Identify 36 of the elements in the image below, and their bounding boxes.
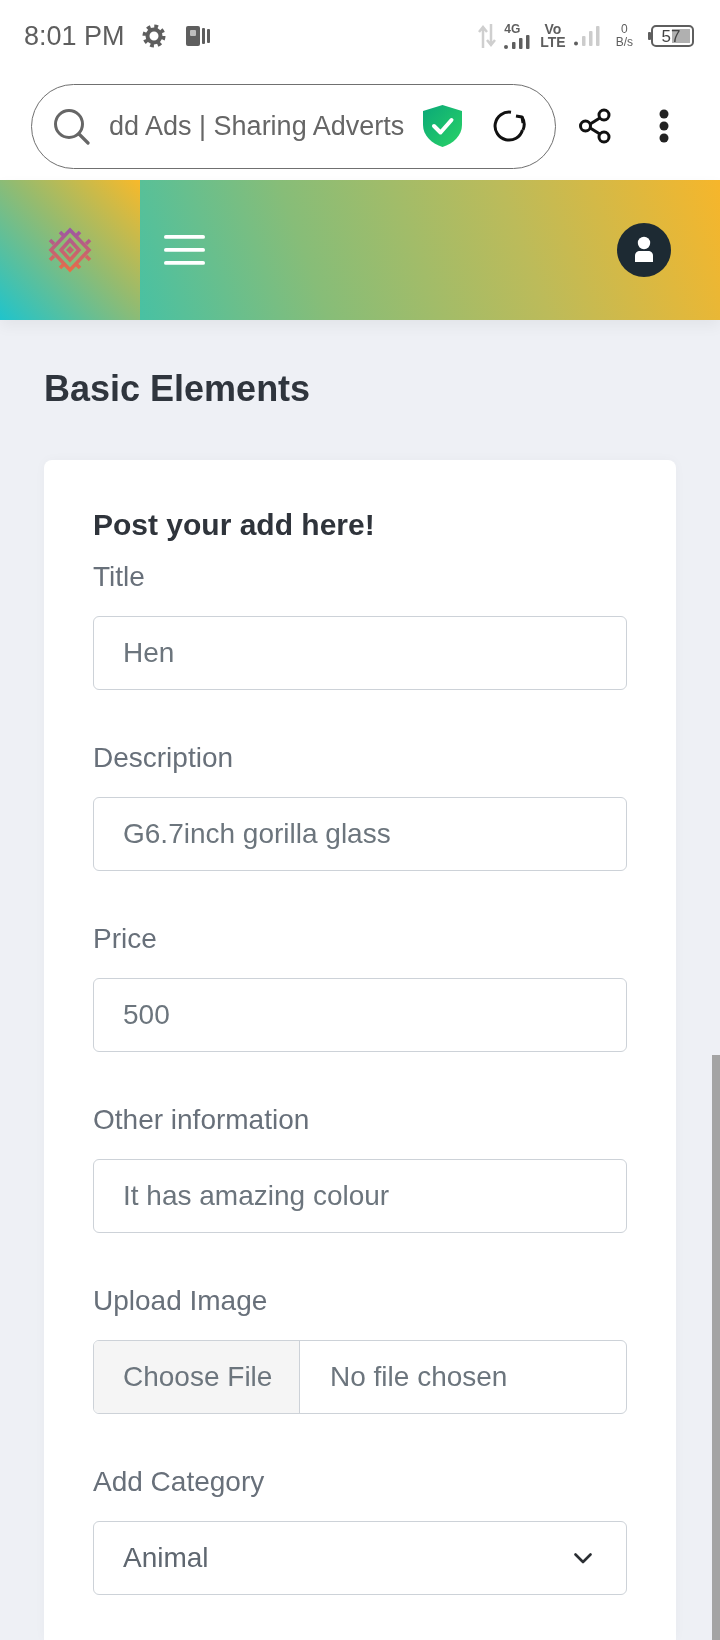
battery-percent: 57 [661, 26, 681, 46]
data-arrows-icon [478, 24, 497, 48]
field-label: Description [93, 741, 235, 775]
text-input-field[interactable]: Hen [93, 616, 627, 690]
chevron-down-icon [574, 1552, 592, 1564]
volte-label: LTE [540, 36, 566, 49]
gear-icon [141, 24, 166, 48]
user-avatar-icon[interactable] [617, 223, 671, 277]
text-input-field[interactable]: G6.7inch gorilla glass [93, 797, 627, 871]
shield-check-icon [422, 104, 464, 148]
file-input-field[interactable]: Choose File No file chosen [93, 1340, 627, 1414]
scrollbar-thumb[interactable] [712, 1055, 720, 1640]
refresh-icon[interactable] [491, 108, 528, 144]
form-heading: Post your add here! [93, 507, 376, 543]
field-label: Other information [93, 1103, 311, 1137]
battery-icon [648, 25, 694, 47]
field-label: Upload Image [93, 1284, 269, 1318]
more-icon[interactable] [659, 109, 669, 143]
search-icon[interactable] [53, 107, 90, 145]
choose-file-button[interactable]: Choose File [94, 1341, 300, 1413]
card-stack-icon [185, 24, 210, 48]
network-type-label: 4G [504, 23, 521, 35]
data-speed-unit: B/s [615, 36, 633, 49]
volte-label: Vo [544, 23, 562, 36]
field-label: Add Category [93, 1465, 266, 1499]
page-title: Basic Elements [44, 367, 312, 411]
text-input-field[interactable]: It has amazing colour [93, 1159, 627, 1233]
field-label: Title [93, 560, 146, 594]
file-status-text: No file chosen [329, 1360, 508, 1394]
share-icon[interactable] [578, 108, 612, 144]
status-time: 8:01 PM [24, 20, 125, 52]
data-speed-value: 0 [621, 23, 628, 36]
category-select[interactable]: Animal [93, 1521, 627, 1595]
field-label: Price [93, 922, 158, 956]
text-input-field[interactable]: 500 [93, 978, 627, 1052]
signal-icon [572, 26, 601, 46]
